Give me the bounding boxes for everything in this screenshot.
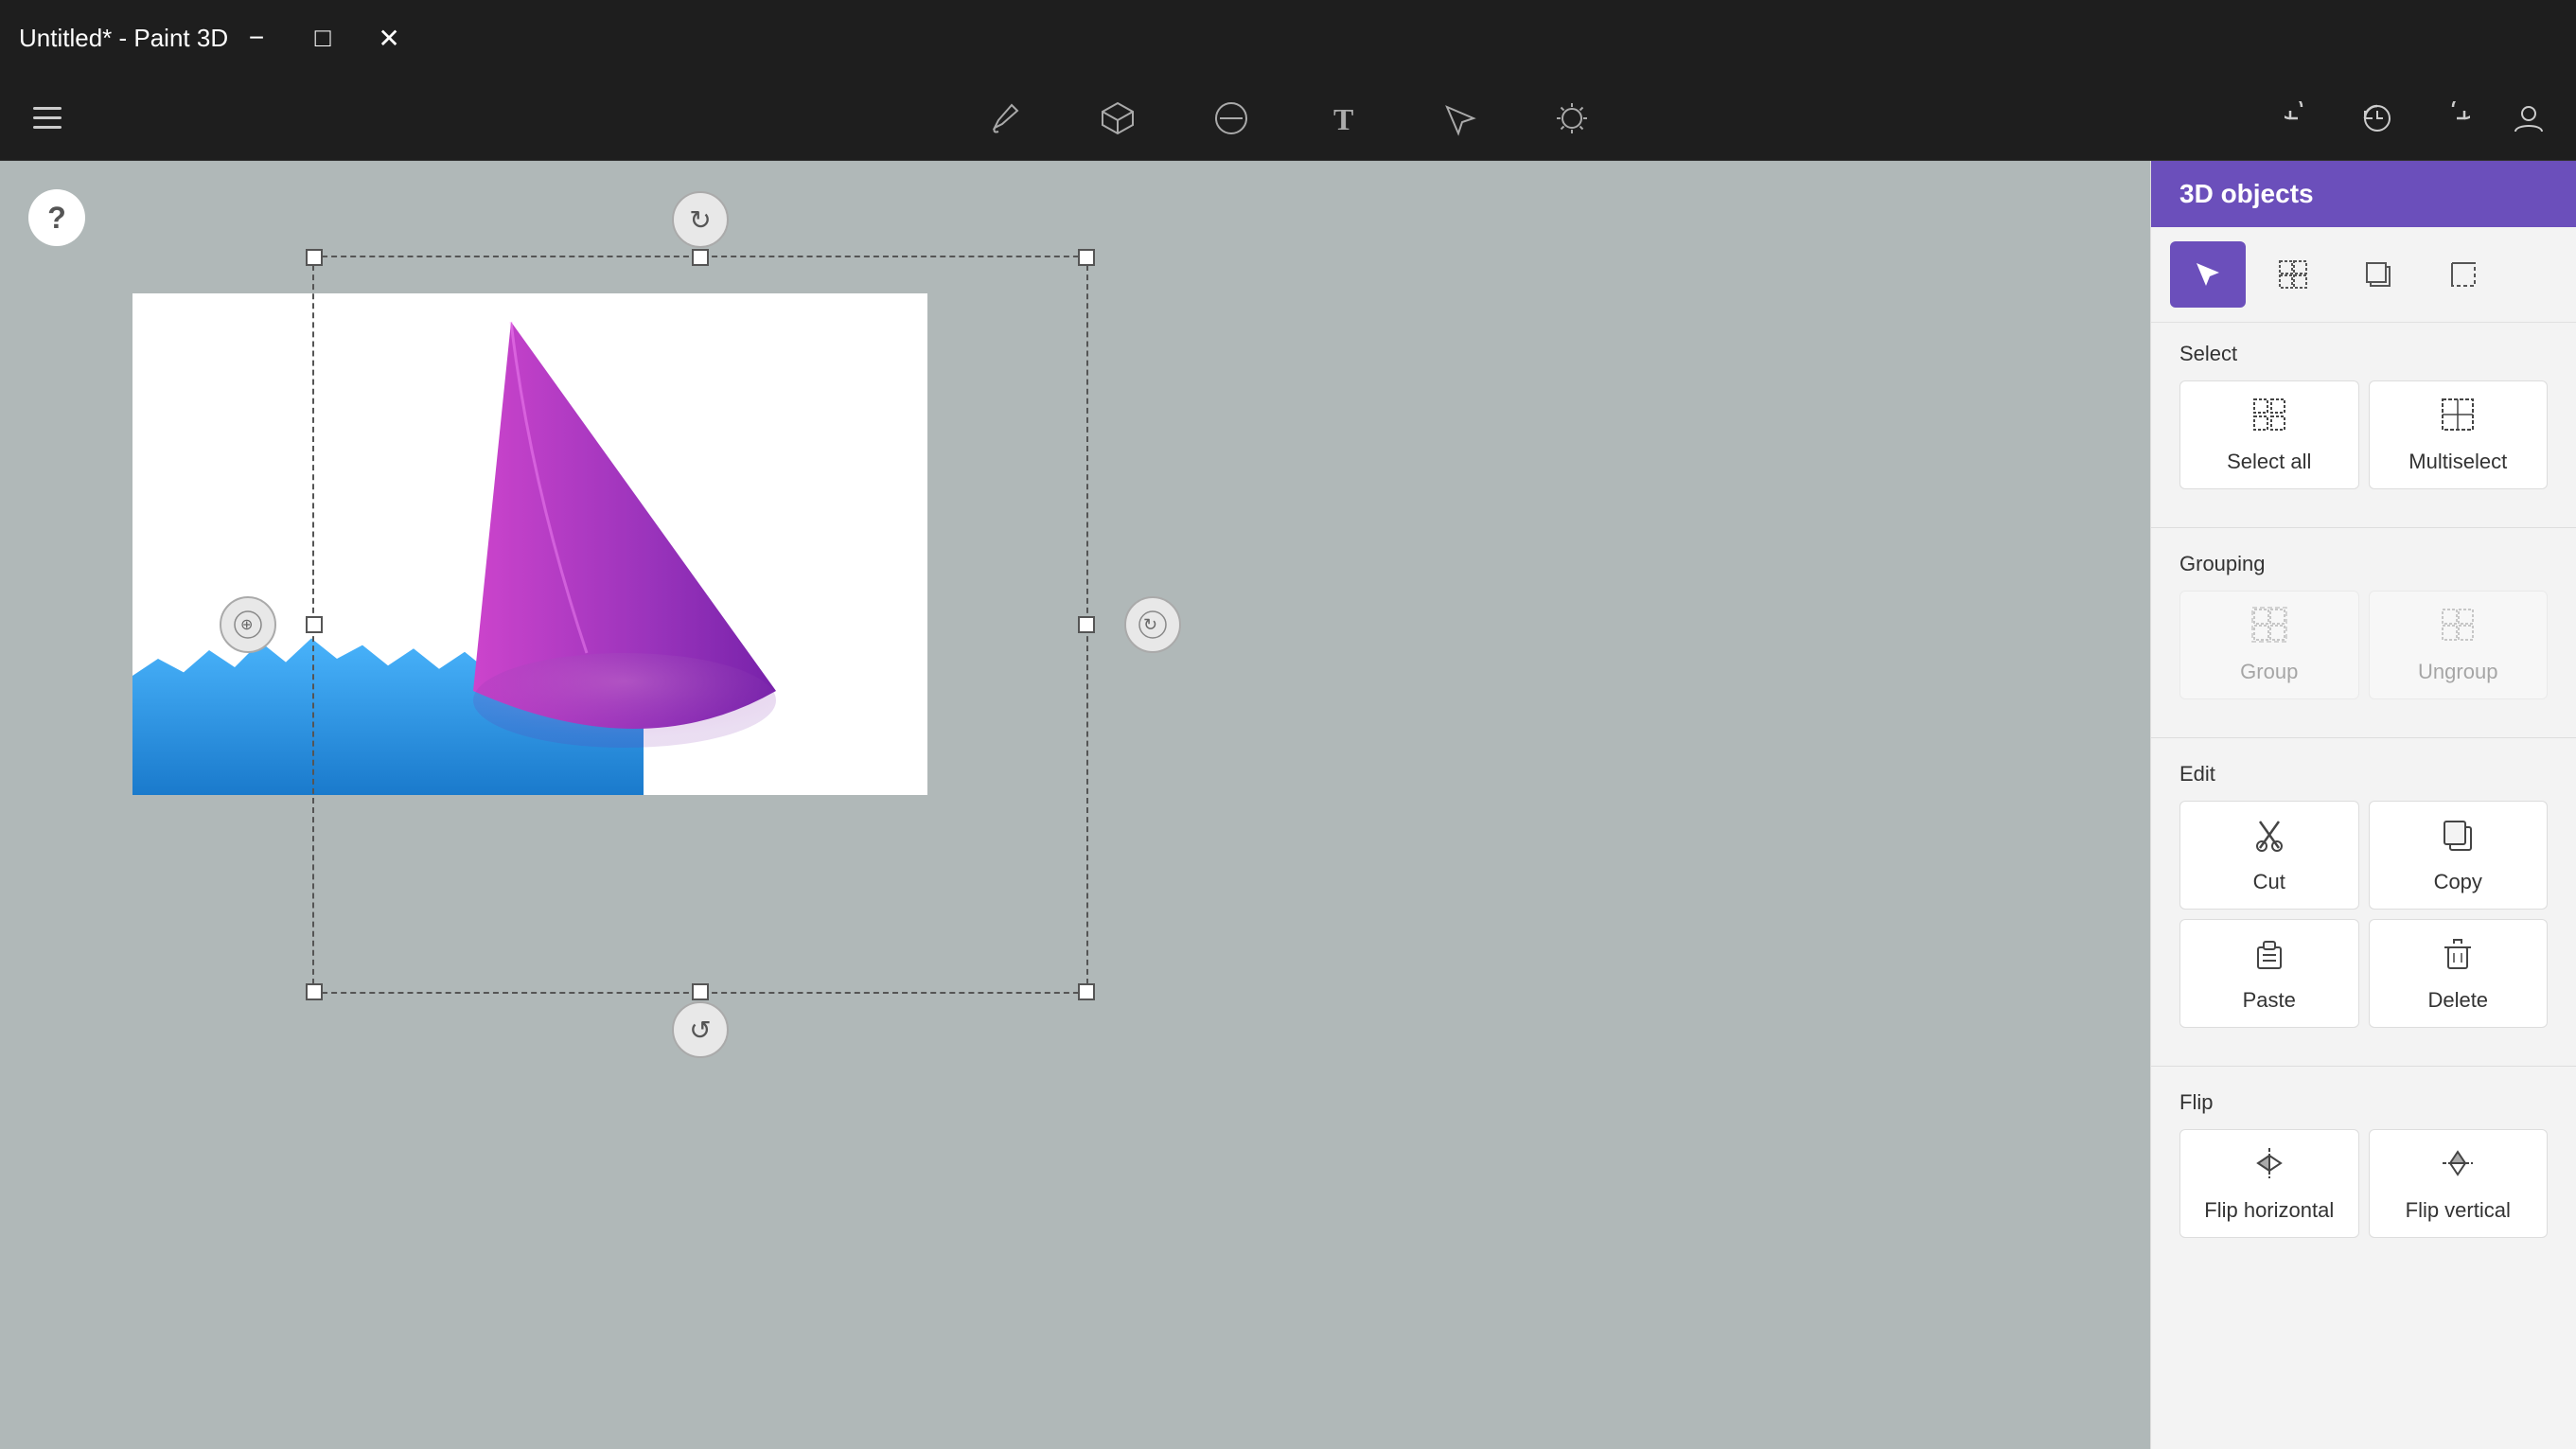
handle-top-center[interactable] <box>692 249 709 266</box>
maximize-button[interactable]: □ <box>294 14 351 62</box>
hamburger-button[interactable] <box>19 90 76 147</box>
svg-text:T: T <box>1333 102 1353 136</box>
flip-vertical-button[interactable]: Flip vertical <box>2369 1129 2549 1238</box>
titlebar: Untitled* - Paint 3D − □ ✕ <box>0 0 2576 76</box>
grouping-actions: Group Ungroup <box>2179 591 2548 699</box>
cut-label: Cut <box>2253 870 2285 894</box>
panel-header: 3D objects <box>2151 161 2576 227</box>
select-all-icon <box>2250 396 2288 442</box>
canvas-area[interactable]: ? <box>0 161 2150 1449</box>
multiselect-icon <box>2439 396 2477 442</box>
select-section-title: Select <box>2179 342 2548 366</box>
flip-section-title: Flip <box>2179 1090 2548 1115</box>
handle-bottom-right[interactable] <box>1078 983 1095 1000</box>
minimize-button[interactable]: − <box>228 14 285 62</box>
flip-actions: Flip horizontal Flip vertical <box>2179 1129 2548 1238</box>
rotate-handle-top[interactable]: ↻ <box>672 191 729 248</box>
move-handle-left[interactable]: ⊕ <box>220 596 276 653</box>
effects-tool[interactable] <box>1544 90 1600 147</box>
copy-icon <box>2439 816 2477 862</box>
eraser-tool[interactable] <box>1203 90 1260 147</box>
right-panel: 3D objects <box>2150 161 2576 1449</box>
divider-2 <box>2151 737 2576 738</box>
brushes-tool[interactable] <box>976 90 1032 147</box>
multiselect-label: Multiselect <box>2408 450 2507 474</box>
main-area: ? <box>0 161 2576 1449</box>
hamburger-line <box>33 107 62 110</box>
titlebar-title: Untitled* - Paint 3D <box>19 24 228 53</box>
flip-section: Flip Flip horizontal <box>2151 1071 2576 1271</box>
hamburger-line <box>33 116 62 119</box>
copy-button[interactable]: Copy <box>2369 801 2549 910</box>
divider-3 <box>2151 1066 2576 1067</box>
handle-top-left[interactable] <box>306 249 323 266</box>
panel-select-button[interactable] <box>2170 241 2246 308</box>
delete-button[interactable]: Delete <box>2369 919 2549 1028</box>
history-button[interactable] <box>2349 90 2406 147</box>
panel-multiselect-button[interactable] <box>2255 241 2331 308</box>
select-all-button[interactable]: Select all <box>2179 380 2359 489</box>
ungroup-label: Ungroup <box>2418 660 2497 684</box>
panel-title: 3D objects <box>2179 179 2314 209</box>
edit-section: Edit Cut <box>2151 743 2576 1061</box>
handle-bottom-center[interactable] <box>692 983 709 1000</box>
close-button[interactable]: ✕ <box>361 14 417 62</box>
handle-middle-left[interactable] <box>306 616 323 633</box>
panel-crop-button[interactable] <box>2426 241 2501 308</box>
handle-top-right[interactable] <box>1078 249 1095 266</box>
flip-horizontal-label: Flip horizontal <box>2204 1198 2334 1223</box>
delete-icon <box>2439 934 2477 981</box>
text-tool[interactable]: T <box>1316 90 1373 147</box>
3d-shapes-tool[interactable] <box>1089 90 1146 147</box>
flip-horizontal-button[interactable]: Flip horizontal <box>2179 1129 2359 1238</box>
selection-box: ↻ ↺ ⊕ ↻ <box>312 256 1088 994</box>
move-handle-right[interactable]: ↻ <box>1124 596 1181 653</box>
cut-icon <box>2250 816 2288 862</box>
grouping-section: Grouping Group <box>2151 533 2576 733</box>
select-tool[interactable] <box>1430 90 1487 147</box>
panel-duplicate-button[interactable] <box>2340 241 2416 308</box>
delete-label: Delete <box>2427 988 2488 1013</box>
svg-text:⊕: ⊕ <box>240 617 253 633</box>
titlebar-controls: − □ ✕ <box>228 14 417 62</box>
select-section: Select Select all <box>2151 323 2576 522</box>
paste-label: Paste <box>2243 988 2296 1013</box>
edit-section-title: Edit <box>2179 762 2548 786</box>
hamburger-line <box>33 126 62 129</box>
paste-button[interactable]: Paste <box>2179 919 2359 1028</box>
divider-1 <box>2151 527 2576 528</box>
undo-button[interactable] <box>2273 90 2330 147</box>
flip-vertical-label: Flip vertical <box>2406 1198 2511 1223</box>
paste-icon <box>2250 934 2288 981</box>
edit-actions: Cut Copy <box>2179 801 2548 1028</box>
grouping-section-title: Grouping <box>2179 552 2548 576</box>
group-label: Group <box>2240 660 2298 684</box>
group-button[interactable]: Group <box>2179 591 2359 699</box>
redo-button[interactable] <box>2425 90 2481 147</box>
panel-tools <box>2151 227 2576 323</box>
flip-vertical-icon <box>2439 1144 2477 1191</box>
rotate-handle-bottom[interactable]: ↺ <box>672 1001 729 1058</box>
flip-horizontal-icon <box>2250 1144 2288 1191</box>
toolbar-right <box>2273 90 2557 147</box>
cut-button[interactable]: Cut <box>2179 801 2359 910</box>
account-button[interactable] <box>2500 90 2557 147</box>
ungroup-button[interactable]: Ungroup <box>2369 591 2549 699</box>
help-button[interactable]: ? <box>28 189 85 246</box>
handle-middle-right[interactable] <box>1078 616 1095 633</box>
multiselect-button[interactable]: Multiselect <box>2369 380 2549 489</box>
group-icon <box>2250 606 2288 652</box>
handle-bottom-left[interactable] <box>306 983 323 1000</box>
menu-area <box>19 90 76 147</box>
ungroup-icon <box>2439 606 2477 652</box>
copy-label: Copy <box>2434 870 2482 894</box>
toolbar: T <box>0 76 2576 161</box>
select-all-label: Select all <box>2227 450 2311 474</box>
svg-text:↻: ↻ <box>1143 615 1157 634</box>
select-actions: Select all Multiselect <box>2179 380 2548 489</box>
